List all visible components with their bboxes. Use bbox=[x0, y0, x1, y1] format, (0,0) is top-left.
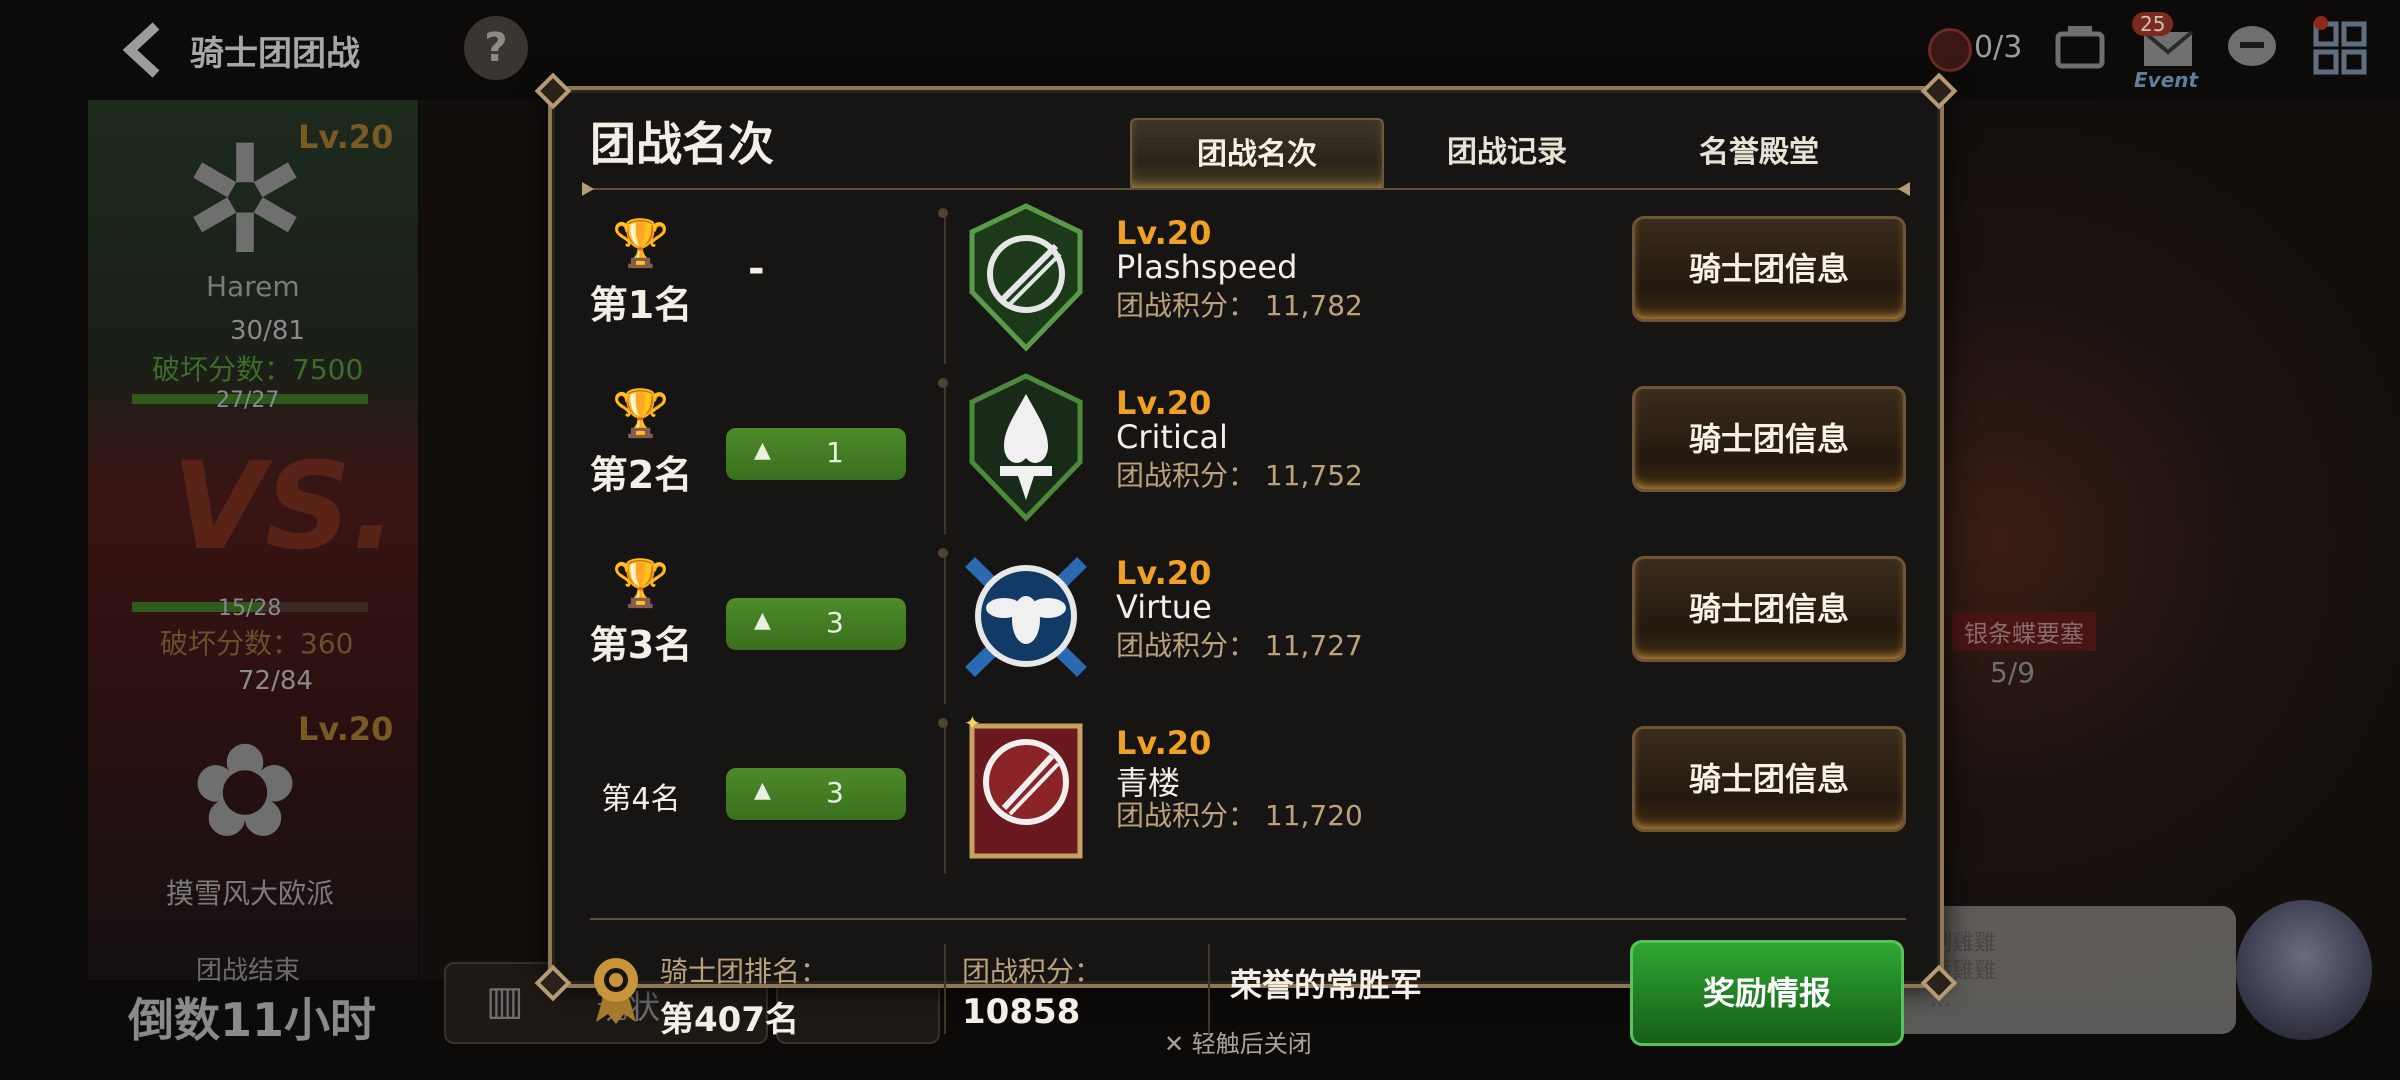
stamina-counter: 0/3 bbox=[1974, 30, 2023, 65]
reward-info-button[interactable]: 奖励情报 bbox=[1630, 940, 1904, 1046]
guild-level: Lv.20 bbox=[1116, 554, 1212, 592]
my-guild-score-value: 10858 bbox=[962, 992, 1081, 1032]
guild-war-score: 团战积分： 11,727 bbox=[1116, 629, 1363, 662]
guild-a-progress-count: 27/27 bbox=[216, 388, 280, 413]
row-divider-dot bbox=[938, 548, 948, 558]
trophy-icon: 🏆 bbox=[612, 386, 670, 440]
guild-name: Plashspeed bbox=[1116, 248, 1298, 286]
guild-b-destruction-score: 破坏分数：360 bbox=[160, 627, 354, 660]
rank-change-value: 3 bbox=[826, 606, 844, 639]
ranking-row: 🏆 第2名 ▲ 1 Lv.20 Critical 团战积分： 11,752 骑士… bbox=[552, 364, 1940, 534]
guild-a-name: Harem bbox=[206, 270, 300, 303]
rank-change-none: - bbox=[748, 246, 765, 292]
guild-info-button[interactable]: 骑士团信息 bbox=[1632, 726, 1906, 832]
guild-info-button[interactable]: 骑士团信息 bbox=[1632, 386, 1906, 492]
guild-war-score: 团战积分： 11,752 bbox=[1116, 459, 1363, 492]
title-divider bbox=[590, 188, 1906, 190]
fortress-label[interactable]: 银条蝶要塞 bbox=[1952, 612, 2096, 651]
guild-b-progress-count: 15/28 bbox=[218, 596, 282, 621]
guild-emblem-critical bbox=[969, 373, 1083, 522]
row-divider bbox=[944, 552, 946, 704]
stamina-icon bbox=[1928, 28, 1972, 72]
chat-icon[interactable] bbox=[2222, 20, 2282, 76]
my-guild-rank-label: 骑士团排名： bbox=[660, 955, 829, 988]
guild-emblem-plashspeed bbox=[969, 203, 1083, 352]
guild-emblem-qinglou: ✦ bbox=[964, 712, 1083, 859]
arrow-up-icon: ▲ bbox=[754, 778, 771, 803]
rank-change-up-badge: ▲ 3 bbox=[726, 768, 906, 820]
modal-title: 团战名次 bbox=[590, 117, 774, 171]
rank-change-up-badge: ▲ 1 bbox=[726, 428, 906, 480]
rank-label: 第1名 bbox=[589, 283, 693, 327]
arrow-up-icon: ▲ bbox=[754, 608, 771, 633]
row-divider bbox=[944, 382, 946, 534]
guild-info-button[interactable]: 骑士团信息 bbox=[1632, 216, 1906, 322]
guild-level: Lv.20 bbox=[1116, 214, 1212, 252]
row-divider-dot bbox=[938, 718, 948, 728]
trophy-icon: 🏆 bbox=[612, 216, 670, 270]
rank-label: 第2名 bbox=[589, 453, 693, 497]
chart-icon: ▥ bbox=[486, 978, 524, 1024]
row-divider bbox=[944, 212, 946, 364]
guild-members-icon[interactable] bbox=[2050, 20, 2110, 76]
guild-b-stamina: 72/84 bbox=[238, 666, 313, 696]
tab-ranking[interactable]: 团战名次 bbox=[1130, 118, 1384, 190]
rank-label: 第4名 bbox=[601, 782, 681, 817]
ranking-row: 🏆 第3名 ▲ 3 Lv.20 Virtue 团战积分： 11,727 骑士团信… bbox=[552, 534, 1940, 704]
svg-text:✦: ✦ bbox=[964, 712, 981, 735]
row-divider-dot bbox=[938, 208, 948, 218]
guild-b-rose-emblem-icon: ✿ bbox=[190, 715, 300, 867]
rank-label: 第3名 bbox=[589, 623, 693, 667]
honor-title: 荣誉的常胜军 bbox=[1230, 966, 1423, 1004]
guild-name: Critical bbox=[1116, 418, 1228, 456]
war-end-label: 团战结束 bbox=[196, 956, 301, 986]
guild-name: Virtue bbox=[1116, 588, 1212, 626]
guild-emblem-virtue bbox=[965, 557, 1087, 677]
tab-hall-of-fame[interactable]: 名誉殿堂 bbox=[1634, 118, 1884, 188]
chevron-left-icon bbox=[122, 22, 160, 78]
back-button[interactable] bbox=[118, 20, 168, 80]
ranking-list[interactable]: 🏆 第1名 - Lv.20 Plashspeed 团战积分： 11,782 骑士… bbox=[552, 194, 1940, 920]
guild-war-score: 团战积分： 11,782 bbox=[1116, 289, 1363, 322]
ranking-row: 🏆 第1名 - Lv.20 Plashspeed 团战积分： 11,782 骑士… bbox=[552, 194, 1940, 364]
my-guild-summary: 骑士团排名： 第407名 团战积分： 10858 荣誉的常胜军 奖励情报 bbox=[552, 922, 1940, 1046]
my-guild-rank-value: 第407名 bbox=[660, 1000, 799, 1040]
notification-dot bbox=[2314, 16, 2328, 30]
character-avatar[interactable] bbox=[2236, 900, 2372, 1040]
rank-change-value: 1 bbox=[826, 436, 844, 469]
event-label: Event bbox=[2134, 68, 2199, 92]
ranking-row: 第4名 ▲ 3 ✦ Lv.20 青楼 团战积分： 11,720 骑士团信息 bbox=[552, 704, 1940, 874]
rank-medal-icon bbox=[594, 958, 638, 1024]
guild-b-name: 摸雪风大欧派 bbox=[166, 877, 335, 910]
guild-level: Lv.20 bbox=[1116, 724, 1212, 762]
help-button[interactable]: ? bbox=[464, 16, 528, 80]
my-guild-score-label: 团战积分： bbox=[962, 955, 1103, 988]
guild-a-stamina: 30/81 bbox=[230, 316, 305, 346]
row-divider bbox=[944, 722, 946, 874]
rank-change-value: 3 bbox=[826, 776, 844, 809]
footer-separator bbox=[944, 944, 946, 1034]
footer-separator bbox=[1208, 944, 1210, 1034]
guild-a-destruction-score: 破坏分数：7500 bbox=[152, 353, 364, 386]
guild-war-score: 团战积分： 11,720 bbox=[1116, 799, 1363, 832]
guild-level: Lv.20 bbox=[1116, 384, 1212, 422]
fortress-map bbox=[1880, 100, 2400, 1000]
tab-war-records[interactable]: 团战记录 bbox=[1382, 118, 1632, 188]
page-title: 骑士团团战 bbox=[190, 34, 360, 74]
ranking-modal: 团战名次 团战名次 团战记录 名誉殿堂 🏆 第1名 - Lv.20 Plashs… bbox=[534, 72, 1958, 1046]
footer-divider bbox=[590, 918, 1906, 920]
fortress-count: 5/9 bbox=[1990, 656, 2036, 689]
trophy-icon: 🏆 bbox=[612, 556, 670, 610]
mail-count-badge: 25 bbox=[2132, 12, 2174, 36]
war-countdown: 倒数11小时 bbox=[128, 993, 377, 1047]
vs-label: VS. bbox=[172, 438, 397, 577]
rank-change-up-badge: ▲ 3 bbox=[726, 598, 906, 650]
guild-a-level: Lv.20 bbox=[298, 118, 394, 156]
guild-info-button[interactable]: 骑士团信息 bbox=[1632, 556, 1906, 662]
arrow-up-icon: ▲ bbox=[754, 438, 771, 463]
row-divider-dot bbox=[938, 378, 948, 388]
